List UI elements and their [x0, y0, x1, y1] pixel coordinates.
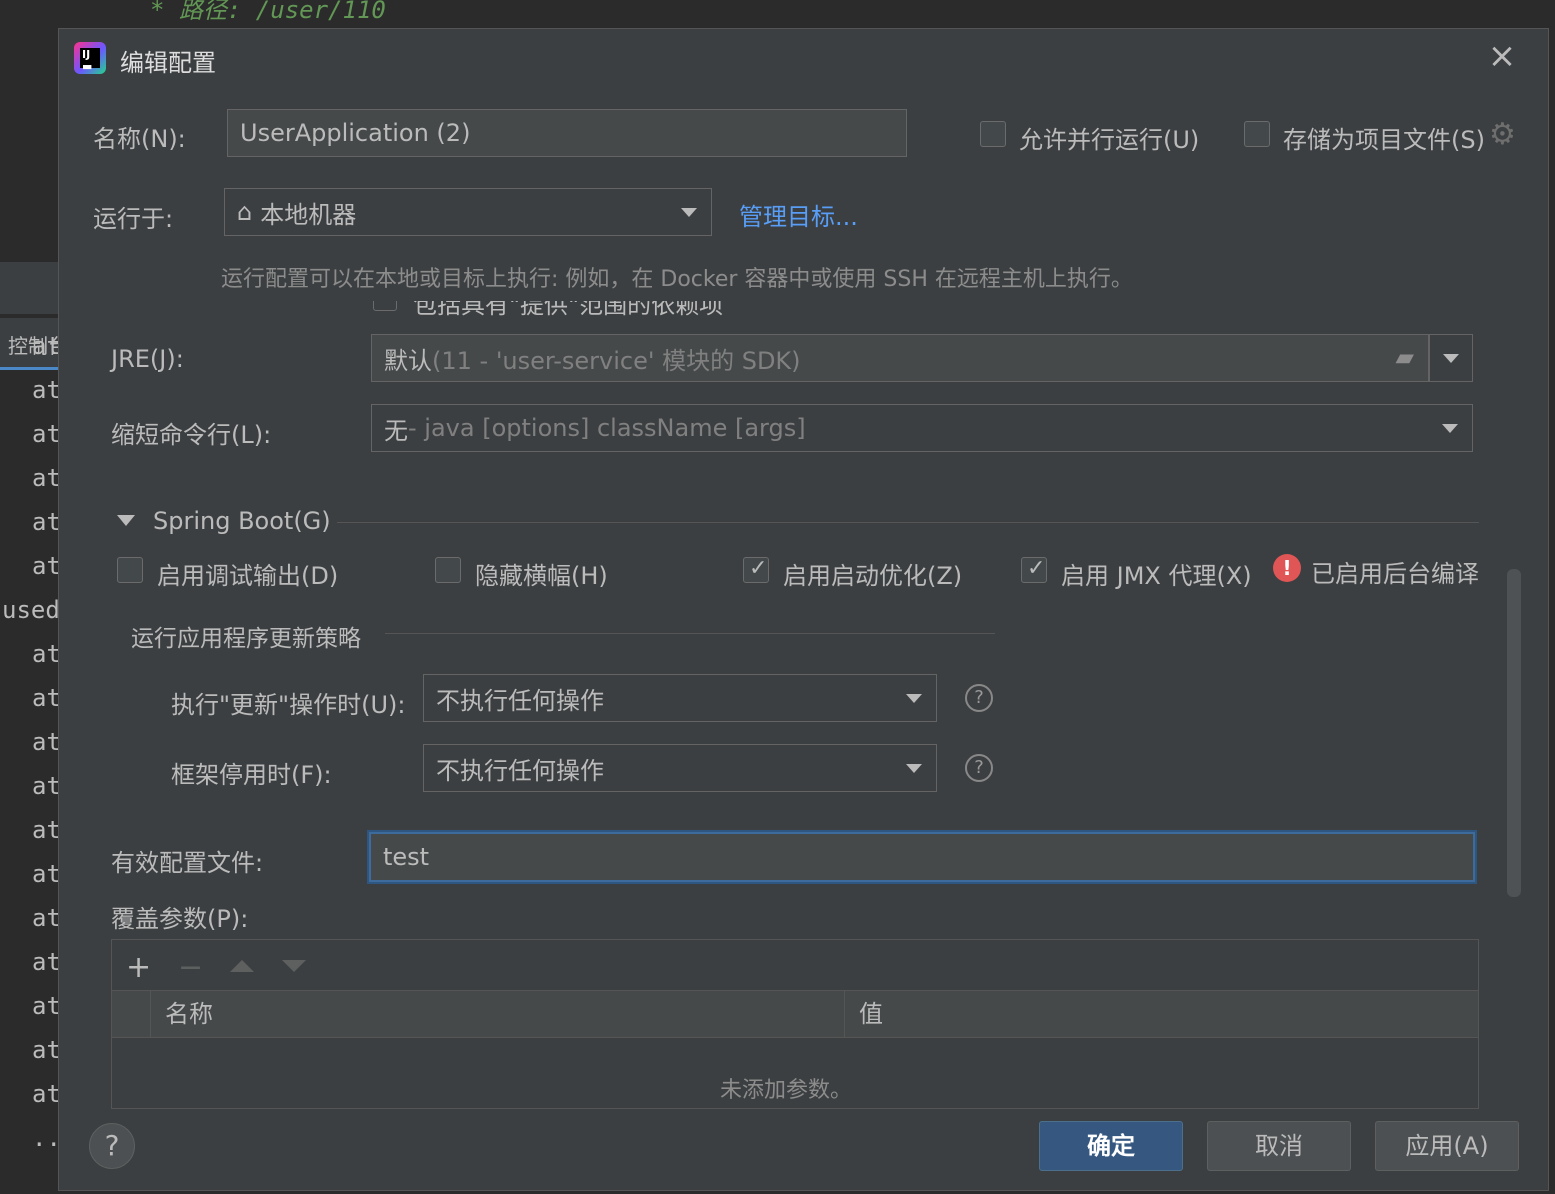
console-toolbar [0, 262, 58, 314]
launch-optimization-checkbox[interactable]: ✓ [743, 556, 769, 583]
console-line: at [32, 816, 61, 844]
add-icon[interactable]: + [126, 950, 151, 985]
manage-targets-link[interactable]: 管理目标... [739, 197, 858, 232]
dialog-title: 编辑配置 [120, 49, 216, 77]
console-line: at [32, 420, 61, 448]
debug-output-checkbox[interactable] [117, 557, 143, 583]
column-header-name[interactable]: 名称 [150, 991, 844, 1037]
console-line: at [32, 772, 61, 800]
error-icon: ! [1273, 554, 1301, 582]
console-line: at [32, 992, 61, 1020]
editor-right-strip [1549, 28, 1555, 1194]
column-header-value[interactable]: 值 [844, 991, 1478, 1037]
vertical-scrollbar[interactable] [1507, 569, 1521, 897]
override-params-label: 覆盖参数(P): [111, 905, 249, 933]
debug-output-label: 启用调试输出(D) [157, 562, 339, 590]
chevron-down-icon [681, 208, 697, 217]
console-line: at [32, 640, 61, 668]
launch-optimization-label: 启用启动优化(Z) [783, 562, 963, 590]
ok-button[interactable]: 确定 [1039, 1121, 1183, 1171]
include-provided-label: 包括具有"提供"范围的依赖项 [413, 301, 724, 319]
intellij-idea-icon: IJ ▬ [74, 42, 106, 74]
run-on-label: 运行于: [93, 205, 174, 233]
hide-banner-label: 隐藏横幅(H) [475, 562, 608, 590]
console-line: at [32, 728, 61, 756]
run-on-combo[interactable]: ⌂ 本地机器 [224, 188, 712, 236]
run-on-hint: 运行配置可以在本地或目标上执行: 例如，在 Docker 容器中或使用 SSH … [221, 267, 1133, 292]
chevron-down-icon [1443, 354, 1459, 363]
editor-background: * 路径: /user/110 [0, 0, 1555, 28]
cancel-button[interactable]: 取消 [1207, 1121, 1351, 1171]
active-profiles-input[interactable]: test [369, 832, 1475, 882]
move-down-icon[interactable] [282, 960, 306, 972]
hide-banner-checkbox[interactable] [435, 557, 461, 583]
console-line: used [2, 596, 60, 624]
empty-table-text: 未添加参数。 [720, 1078, 853, 1103]
console-line: at [32, 684, 61, 712]
gear-icon[interactable]: ⚙ [1489, 117, 1516, 152]
on-frame-deactivation-label: 框架停用时(F): [171, 761, 332, 789]
folder-icon[interactable]: ▰ [1396, 343, 1414, 371]
table-header: 名称 值 [112, 990, 1478, 1038]
console-line: at [32, 948, 61, 976]
background-compile-label: 已启用后台编译 [1311, 560, 1479, 588]
remove-icon[interactable]: − [178, 950, 203, 985]
console-line: at [32, 552, 61, 580]
store-as-file-label: 存储为项目文件(S) [1283, 126, 1485, 154]
jre-label: JRE(J): [111, 345, 184, 373]
chevron-down-icon [906, 694, 922, 703]
chevron-down-icon [1442, 424, 1458, 433]
override-params-table: + − 名称 值 未添加参数。 [111, 939, 1479, 1109]
close-icon[interactable]: × [1487, 39, 1517, 73]
edit-configuration-dialog: IJ ▬ 编辑配置 × 名称(N): UserApplication (2) 允许… [58, 28, 1549, 1191]
console-line: at [32, 376, 61, 404]
console-line: at [32, 332, 61, 360]
update-policy-title: 运行应用程序更新策略 [131, 626, 361, 652]
console-line: at [32, 508, 61, 536]
checkmark-icon: ✓ [1027, 556, 1046, 581]
collapse-triangle-icon[interactable] [117, 515, 135, 526]
console-line: at [32, 904, 61, 932]
active-profiles-label: 有效配置文件: [111, 849, 264, 877]
apply-button[interactable]: 应用(A) [1375, 1121, 1519, 1171]
chevron-down-icon [906, 764, 922, 773]
shorten-cmdline-label: 缩短命令行(L): [111, 421, 272, 449]
allow-parallel-label: 允许并行运行(U) [1019, 126, 1200, 154]
checkmark-icon: ✓ [749, 556, 768, 581]
section-divider [337, 522, 1479, 523]
home-icon: ⌂ [237, 198, 253, 226]
on-update-label: 执行"更新"操作时(U): [171, 691, 406, 719]
name-label: 名称(N): [93, 125, 186, 153]
update-policy-divider [385, 633, 995, 634]
console-line: at [32, 1036, 61, 1064]
code-comment-line: * 路径: /user/110 [150, 0, 386, 24]
jmx-agent-checkbox[interactable]: ✓ [1021, 556, 1047, 583]
include-provided-checkbox[interactable] [373, 301, 397, 311]
on-update-combo[interactable]: 不执行任何操作 [423, 674, 937, 722]
allow-parallel-checkbox[interactable] [980, 121, 1006, 147]
console-line: at [32, 1080, 61, 1108]
console-line: at [32, 860, 61, 888]
spring-boot-section-title[interactable]: Spring Boot(G) [153, 507, 331, 535]
help-icon[interactable]: ? [965, 754, 993, 782]
jre-combo[interactable]: 默认 (11 - 'user-service' 模块的 SDK) ▰ [371, 334, 1429, 382]
jmx-agent-label: 启用 JMX 代理(X) [1061, 562, 1252, 590]
on-frame-deactivation-combo[interactable]: 不执行任何操作 [423, 744, 937, 792]
console-line: at [32, 464, 61, 492]
jre-dropdown-button[interactable] [1429, 334, 1473, 382]
store-as-file-checkbox[interactable] [1244, 121, 1270, 147]
name-input[interactable]: UserApplication (2) [227, 109, 907, 157]
help-button[interactable]: ? [89, 1123, 135, 1169]
move-up-icon[interactable] [230, 960, 254, 972]
shorten-cmdline-combo[interactable]: 无 - java [options] className [args] [371, 404, 1473, 452]
help-icon[interactable]: ? [965, 684, 993, 712]
